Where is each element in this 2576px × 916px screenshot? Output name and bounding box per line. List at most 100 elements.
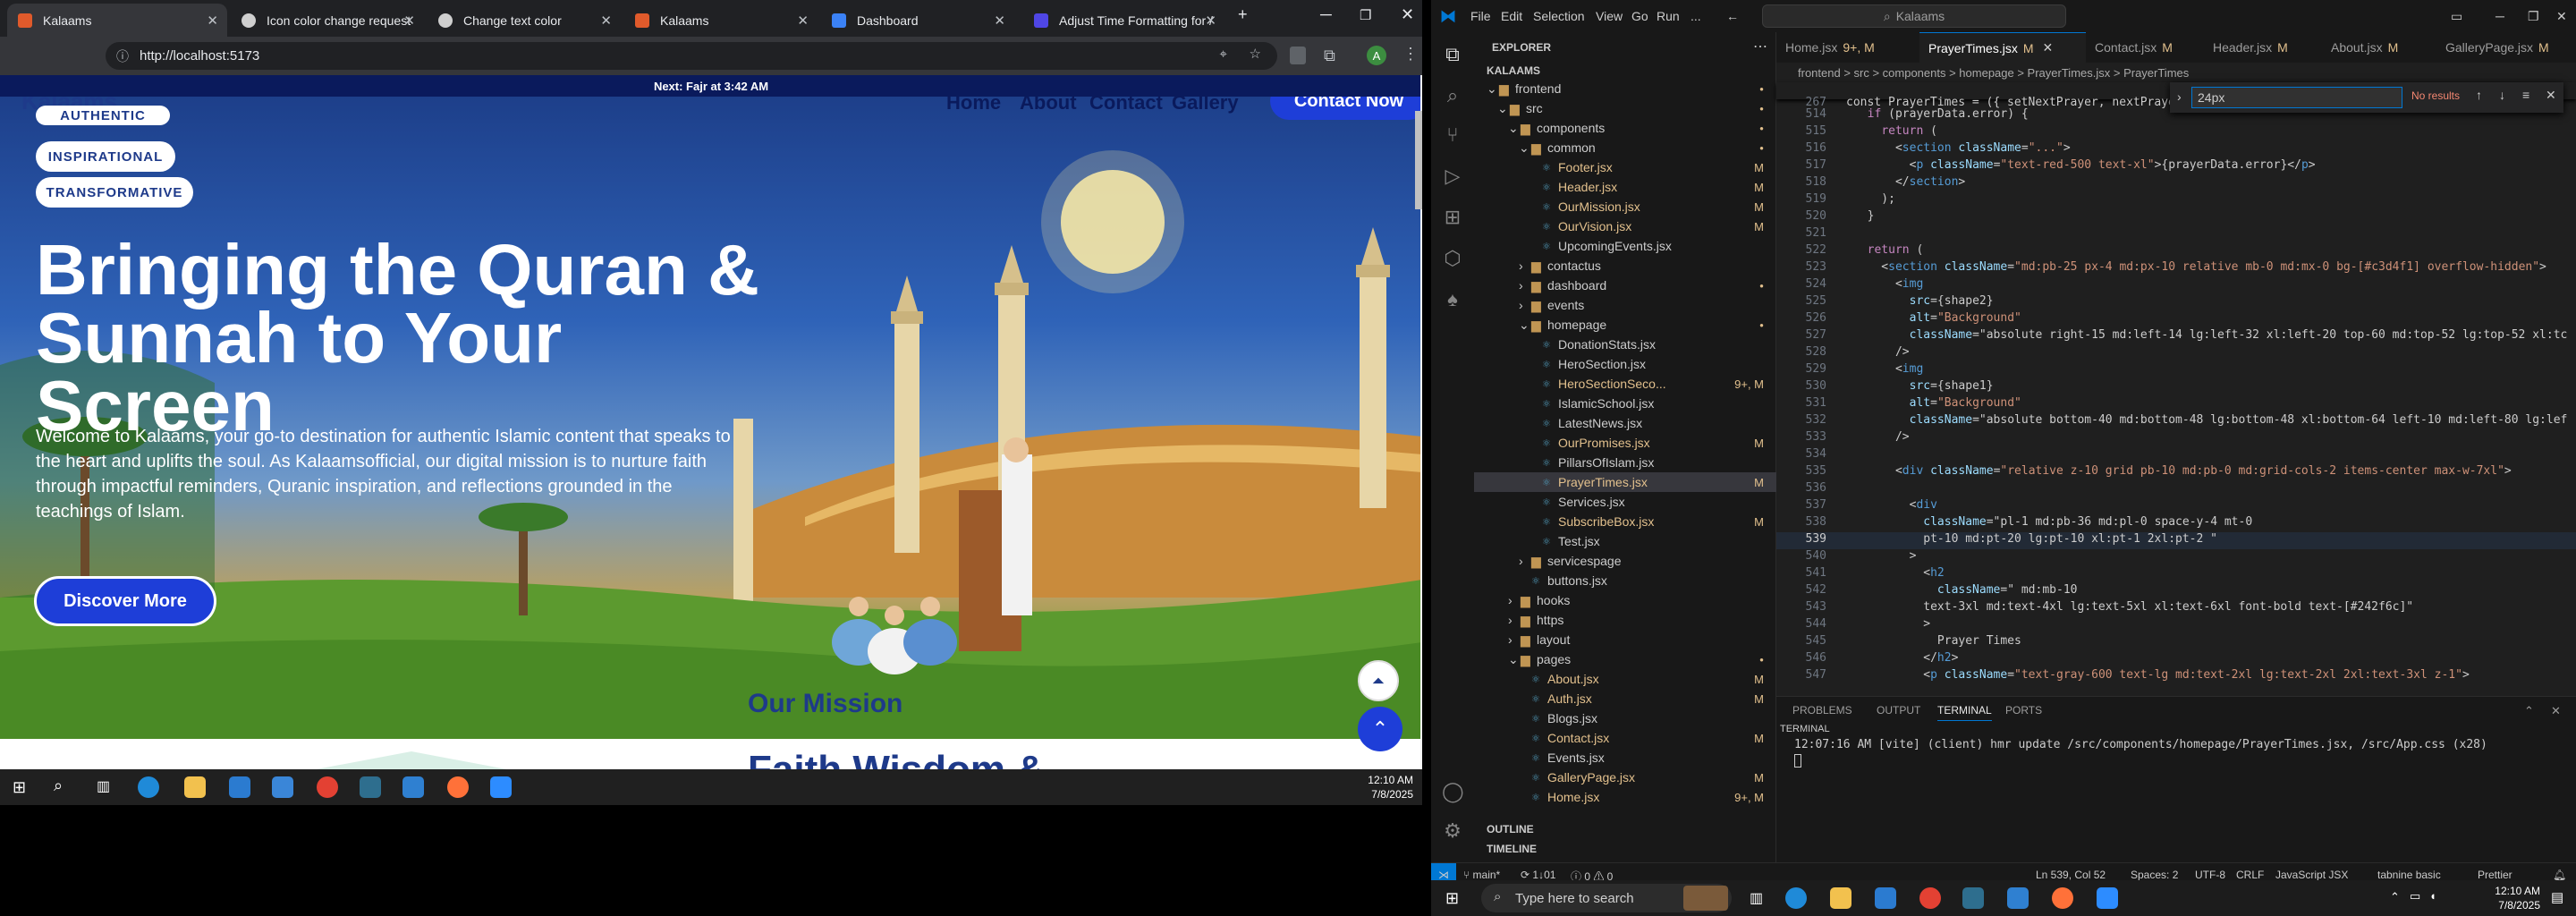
file-explorer-icon[interactable]	[184, 776, 206, 798]
code-line[interactable]: 528 />	[1776, 345, 2576, 362]
search-icon[interactable]: ⌕	[54, 776, 63, 795]
prayer-times-toggle-icon[interactable]: ⏶	[1358, 660, 1399, 701]
run-debug-icon[interactable]: ▷	[1442, 165, 1463, 187]
extensions-puzzle-icon[interactable]: ⧉	[1324, 47, 1335, 65]
profile-avatar[interactable]: A	[1367, 46, 1386, 65]
git-sync[interactable]: ⟳ 1↓01	[1521, 869, 1555, 881]
editor-tab-gallerypage[interactable]: GalleryPage.jsx M	[2436, 32, 2576, 63]
prettier-status[interactable]: Prettier	[2478, 869, 2512, 881]
mongodb-leaf-icon[interactable]: ♠	[1442, 288, 1463, 310]
taskbar-search[interactable]: ⌕ Type here to search	[1481, 884, 1732, 912]
editor-tab-contact[interactable]: Contact.jsx M	[2086, 32, 2193, 63]
cursor-position[interactable]: Ln 539, Col 52	[2036, 869, 2106, 881]
tree-file[interactable]: ⚛ Header.jsx M	[1474, 177, 1776, 197]
close-tab-icon[interactable]: ✕	[2043, 40, 2054, 55]
discover-more-button[interactable]: Discover More	[34, 576, 216, 626]
close-find-icon[interactable]: ✕	[2546, 88, 2556, 103]
tree-folder[interactable]: ⌄ ▆ common ●	[1474, 138, 1776, 157]
close-tab-icon[interactable]: ✕	[797, 13, 809, 29]
account-icon[interactable]: ◯	[1442, 780, 1464, 802]
close-tab-icon[interactable]: ✕	[1205, 13, 1216, 29]
tree-file[interactable]: ⚛ Footer.jsx M	[1474, 157, 1776, 177]
chrome-menu-icon[interactable]: ⋮	[1402, 45, 1419, 64]
tree-file[interactable]: ⚛ Auth.jsx M	[1474, 689, 1776, 708]
code-line[interactable]: 535 <div className="relative z-10 grid p…	[1776, 464, 2576, 481]
task-view-icon[interactable]: ▥	[97, 777, 110, 795]
nav-about[interactable]: About	[1020, 97, 1077, 114]
tree-folder[interactable]: ⌄ ▆ src ●	[1474, 98, 1776, 118]
next-match-icon[interactable]: ↓	[2499, 88, 2505, 102]
tree-folder[interactable]: ⌄ ▆ pages ●	[1474, 649, 1776, 669]
code-line[interactable]: 518 </section>	[1776, 175, 2576, 192]
command-center-search[interactable]: ⌕ Kalaams	[1762, 4, 2066, 28]
site-info-icon[interactable]: ⓘ	[116, 47, 129, 65]
panel-tab-ports[interactable]: PORTS	[2005, 704, 2042, 717]
tree-file[interactable]: ⚛ OurVision.jsx M	[1474, 216, 1776, 236]
code-line[interactable]: 526 alt="Background"	[1776, 311, 2576, 328]
code-line[interactable]: 546 </h2>	[1776, 651, 2576, 668]
timeline-section[interactable]: TIMELINE	[1487, 843, 1537, 855]
zoom-icon[interactable]	[490, 776, 512, 798]
code-line[interactable]: 523 <section className="md:pb-25 px-4 md…	[1776, 260, 2576, 277]
browser-tab-icon-color[interactable]: Icon color change request ✕	[231, 4, 424, 37]
code-line[interactable]: 537 <div	[1776, 498, 2576, 515]
volume-icon[interactable]: ◖	[2429, 889, 2436, 903]
code-line[interactable]: 515 return (	[1776, 124, 2576, 141]
tree-file[interactable]: ⚛ HeroSection.jsx	[1474, 354, 1776, 374]
menu-more[interactable]: ...	[1690, 9, 1701, 23]
close-panel-icon[interactable]: ✕	[2551, 704, 2561, 718]
find-in-selection-icon[interactable]: ≡	[2522, 88, 2529, 102]
code-line[interactable]: 529 <img	[1776, 362, 2576, 379]
code-line[interactable]: 542 className=" md:mb-10	[1776, 583, 2576, 600]
language-mode[interactable]: JavaScript JSX	[2275, 869, 2348, 881]
close-window-icon[interactable]: ✕	[1401, 5, 1414, 24]
tree-folder[interactable]: › ▆ contactus	[1474, 256, 1776, 276]
code-line[interactable]: 532 className="absolute bottom-40 md:bot…	[1776, 413, 2576, 430]
browser-tab-dashboard[interactable]: Dashboard ✕	[821, 4, 1014, 37]
file-explorer-icon[interactable]	[1830, 887, 1852, 909]
tree-file[interactable]: ⚛ Events.jsx	[1474, 748, 1776, 768]
tree-file[interactable]: ⚛ IslamicSchool.jsx	[1474, 394, 1776, 413]
tree-folder[interactable]: › ▆ hooks	[1474, 590, 1776, 610]
close-tab-icon[interactable]: ✕	[994, 13, 1005, 29]
scrollbar-thumb[interactable]	[1415, 111, 1422, 209]
tree-file[interactable]: ⚛ OurMission.jsx M	[1474, 197, 1776, 216]
code-line[interactable]: 543 text-3xl md:text-4xl lg:text-5xl xl:…	[1776, 600, 2576, 617]
vscode-icon[interactable]	[2007, 887, 2029, 909]
code-line[interactable]: 544 >	[1776, 617, 2576, 634]
terminal-cursor[interactable]	[1794, 754, 1801, 768]
menu-run[interactable]: Run	[1657, 9, 1680, 23]
network-icon[interactable]: ▭	[2410, 889, 2420, 903]
code-line[interactable]: 538 className="pl-1 md:pb-36 md:pl-0 spa…	[1776, 515, 2576, 532]
address-bar[interactable]: ⓘ http://localhost:5173 ⌖ ☆	[106, 42, 1277, 70]
extension-icon[interactable]	[1290, 47, 1306, 64]
zoom-icon[interactable]	[2097, 887, 2118, 909]
code-line[interactable]: 520 }	[1776, 209, 2576, 226]
extensions-icon[interactable]: ⊞	[1442, 206, 1463, 228]
browser-tab-adjust-time[interactable]: Adjust Time Formatting for / ✕	[1023, 4, 1225, 37]
code-line[interactable]: 531 alt="Background"	[1776, 396, 2576, 413]
nav-home[interactable]: Home	[946, 97, 1001, 114]
firefox-icon[interactable]	[447, 776, 469, 798]
windows-start-icon[interactable]: ⊞	[1445, 889, 1459, 908]
maximize-icon[interactable]: ❐	[2528, 9, 2539, 24]
menu-file[interactable]: File	[1470, 9, 1491, 23]
tree-file[interactable]: ⚛ SubscribeBox.jsx M	[1474, 512, 1776, 531]
close-tab-icon[interactable]: ✕	[207, 13, 218, 29]
panel-tab-output[interactable]: OUTPUT	[1877, 704, 1920, 717]
layout-toggle-icon[interactable]: ▭	[2451, 9, 2462, 24]
chrome-icon[interactable]	[1919, 887, 1941, 909]
maximize-icon[interactable]: ❐	[1360, 7, 1371, 23]
outline-section[interactable]: OUTLINE	[1487, 823, 1534, 835]
code-line[interactable]: 519 );	[1776, 192, 2576, 209]
editor-tab-prayertimes[interactable]: PrayerTimes.jsx M ✕	[1919, 32, 2086, 63]
tree-folder[interactable]: › ▆ https	[1474, 610, 1776, 630]
tree-file[interactable]: ⚛ UpcomingEvents.jsx	[1474, 236, 1776, 256]
clock-right[interactable]: 12:10 AM 7/8/2025	[2469, 884, 2540, 912]
code-line[interactable]: 536	[1776, 481, 2576, 498]
code-line[interactable]: 534	[1776, 447, 2576, 464]
menu-selection[interactable]: Selection	[1533, 9, 1585, 23]
editor-tab-header[interactable]: Header.jsx M	[2204, 32, 2322, 63]
tabnine-status[interactable]: tabnine basic	[2377, 869, 2441, 881]
code-line[interactable]: 539 pt-10 md:pt-20 lg:pt-10 xl:pt-1 2xl:…	[1776, 532, 2576, 549]
